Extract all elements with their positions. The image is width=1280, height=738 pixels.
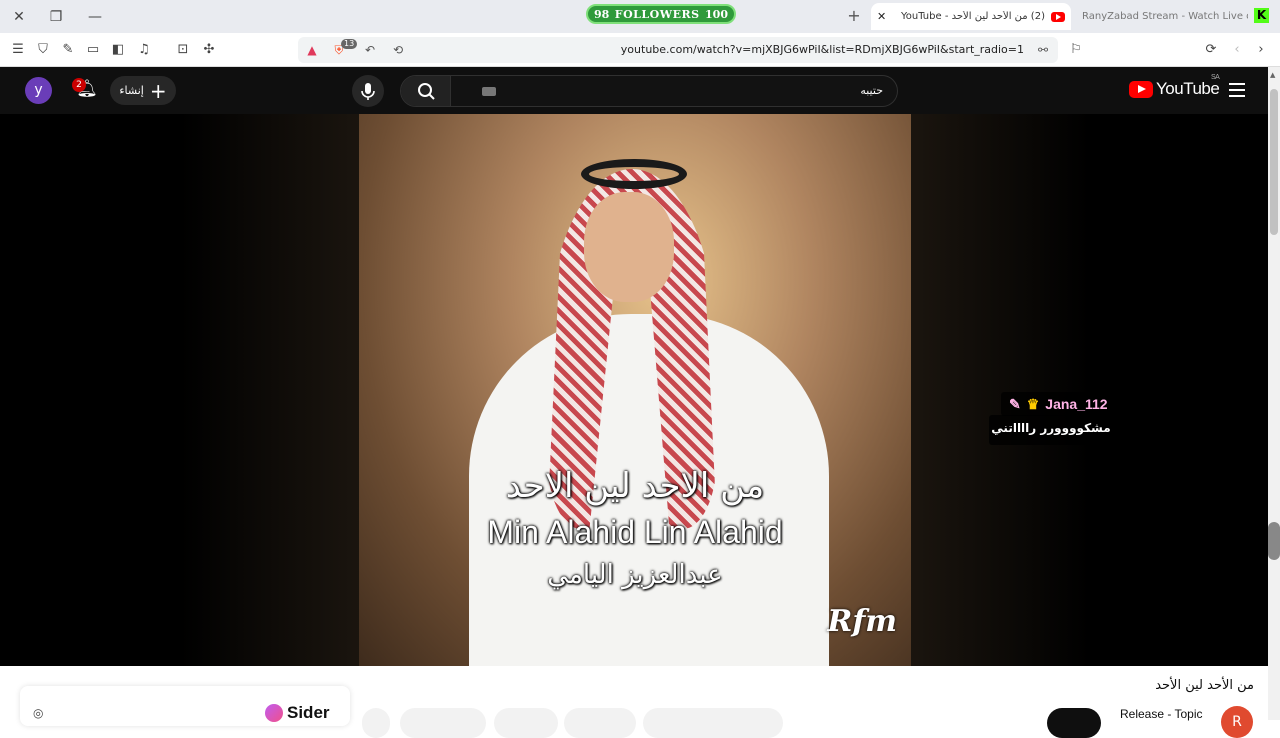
brave-shield-count: 13 [341,39,358,49]
scrollbar-thumb[interactable] [1270,89,1278,235]
bookmark-icon[interactable]: ⚐ [1067,41,1085,59]
more-actions-button[interactable] [362,708,390,738]
music-icon[interactable]: ♫ [135,41,153,59]
region-code: SA [1211,74,1220,81]
video-figure-agal [581,159,687,189]
video-overlay-arabic-title: من الاحد لين الاحد [505,466,765,506]
chat-overlay-username: ✎ ♛ Jana_112 [1001,392,1116,416]
create-button[interactable]: إنشاء + [110,76,176,105]
menu-icon[interactable]: ☰ [9,41,27,59]
youtube-favicon-icon [1051,11,1065,22]
settings-icon[interactable]: ◎ [33,706,43,720]
rewards-icon[interactable]: ▲ [303,41,321,59]
avatar[interactable]: y [25,77,52,104]
video-frame[interactable]: من الاحد لين الاحد Min Alahid Lin Alahid… [359,114,911,666]
chat-overlay-message: مشكوووورر رااااتني [989,415,1113,445]
guide-menu-icon[interactable] [1229,83,1245,101]
notification-badge: 2 [72,78,86,92]
search-button[interactable] [401,76,451,106]
search-box[interactable]: حتيبه [400,75,898,107]
followers-goal: 100 [705,7,728,21]
browser-toolbar: ☰ ⛉ ✎ ▭ ◧ ♫ ⊡ ✣ ▲ ⛨ ↶ ⟲ youtube.com/watc… [0,33,1280,67]
video-player[interactable]: من الاحد لين الاحد Min Alahid Lin Alahid… [0,114,1268,666]
reload-icon[interactable]: ⟲ [389,41,407,59]
shield-icon[interactable]: ⛉ [34,41,52,59]
keyboard-icon[interactable] [482,87,496,96]
chat-badge-icon: ✎ [1009,395,1021,412]
followers-current: 98 [594,7,610,21]
minimize-window-icon[interactable]: — [84,6,106,28]
forward-icon[interactable]: › [1252,41,1270,59]
browser-titlebar: ✕ ❐ — 98 FOLLOWERS 100 + ✕ (2) من الأحد … [0,0,1280,33]
kick-favicon-icon: K [1254,8,1269,23]
refresh-icon[interactable]: ⟳ [1202,41,1220,59]
channel-name[interactable]: Release - Topic [1120,707,1203,721]
tab-youtube[interactable]: ✕ (2) من الأحد لين الأحد - YouTube [871,3,1071,30]
channel-watermark: Rfm [827,604,897,639]
clip-button[interactable] [400,708,486,738]
sidebar-icon[interactable]: ◧ [109,41,127,59]
followers-label: FOLLOWERS [614,7,700,21]
like-dislike-buttons[interactable] [643,708,783,738]
video-overlay-artist: عبدالعزيز اليامي [547,560,723,590]
tab-kick[interactable]: RanyZabad Stream - Watch Live on K [1078,3,1248,30]
voice-search-button[interactable] [352,75,384,107]
search-input[interactable]: حتيبه [860,84,883,97]
sider-brain-icon [265,704,283,722]
youtube-play-icon [1129,80,1153,98]
pin-icon[interactable]: ✎ [59,41,77,59]
screenshot-icon[interactable]: ⊡ [174,41,192,59]
video-figure-face [584,192,674,302]
plus-icon: + [149,78,167,103]
subscribe-button[interactable] [1047,708,1101,738]
close-tab-icon[interactable]: ✕ [877,10,886,23]
video-overlay-latin-title: Min Alahid Lin Alahid [487,514,783,550]
video-details: ◎ Sider من الأحد لين الأحد Release - Top… [0,666,1268,738]
chat-username: Jana_112 [1045,396,1108,412]
sider-label: Sider [287,703,330,722]
youtube-logo-text: YouTube [1156,79,1220,98]
scroll-up-icon[interactable]: ▲ [1270,71,1275,79]
new-tab-button[interactable]: + [845,6,863,25]
restore-window-icon[interactable]: ❐ [45,6,67,28]
youtube-logo[interactable]: YouTube SA [1129,74,1220,99]
channel-avatar[interactable]: R [1221,706,1253,738]
search-icon [418,83,435,100]
page-scrollbar[interactable]: ▲ [1268,67,1280,720]
close-window-icon[interactable]: ✕ [8,6,30,28]
save-button[interactable] [494,708,558,738]
extensions-icon[interactable]: ✣ [200,41,218,59]
video-title: من الأحد لين الأحد [1155,678,1254,693]
youtube-header: y 🔔︎ 2 إنشاء + حتيبه YouTube SA [0,67,1268,114]
share-button[interactable] [564,708,636,738]
create-label: إنشاء [119,84,144,97]
followers-overlay: 98 FOLLOWERS 100 [586,4,736,24]
address-bar[interactable]: ▲ ⛨ ↶ ⟲ youtube.com/watch?v=mjXBJG6wPiI&… [298,37,1058,63]
sider-logo[interactable]: Sider [265,703,330,723]
scroll-handle[interactable] [1268,522,1280,560]
site-settings-icon[interactable]: ⚯ [1034,41,1052,59]
undo-icon[interactable]: ↶ [361,41,379,59]
back-icon[interactable]: ‹ [1228,41,1246,59]
microphone-icon [361,83,375,100]
tab-title: (2) من الأحد لين الأحد - YouTube [900,11,1045,22]
tab-title: RanyZabad Stream - Watch Live on K [1082,11,1248,22]
crown-icon: ♛ [1026,395,1040,412]
url-text: youtube.com/watch?v=mjXBJG6wPiI&list=RDm… [620,43,1024,56]
tabs-icon[interactable]: ▭ [84,41,102,59]
